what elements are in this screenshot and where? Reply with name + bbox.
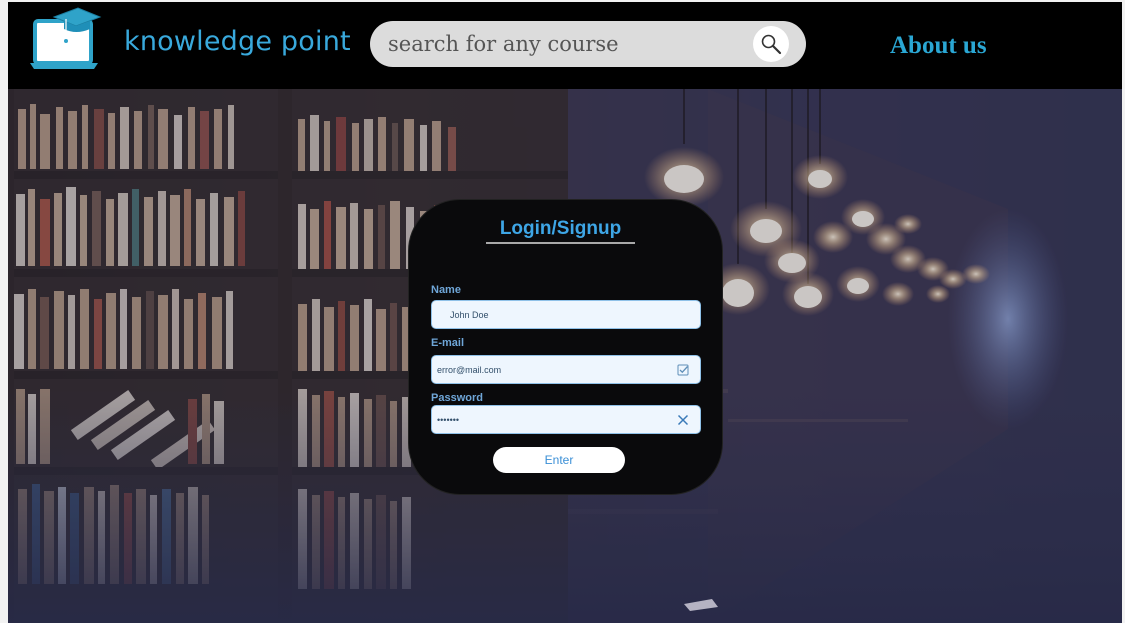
email-label: E-mail — [431, 337, 465, 349]
search-bar — [370, 21, 806, 67]
page-frame: knowledge point About us — [8, 2, 1122, 623]
laptop-graduation-cap-icon[interactable] — [28, 5, 102, 71]
magnifier-icon — [761, 34, 782, 55]
close-icon[interactable] — [676, 413, 690, 427]
enter-button[interactable]: Enter — [493, 447, 625, 473]
password-label: Password — [431, 392, 483, 404]
name-field[interactable] — [450, 307, 680, 323]
name-field-box — [431, 300, 701, 329]
brand-name[interactable]: knowledge point — [124, 26, 351, 57]
name-label: Name — [431, 284, 461, 296]
checkbox-icon[interactable] — [676, 363, 690, 377]
search-button[interactable] — [753, 26, 789, 62]
header-bar: knowledge point About us — [8, 2, 1122, 89]
search-input[interactable] — [388, 29, 748, 59]
email-field[interactable] — [437, 362, 667, 378]
password-field[interactable] — [437, 412, 667, 428]
login-card: Login/Signup Name E-mail Password Enter — [408, 199, 723, 495]
login-title: Login/Signup — [486, 218, 635, 244]
email-field-box — [431, 355, 701, 384]
about-us-link[interactable]: About us — [890, 32, 987, 60]
password-field-box — [431, 405, 701, 434]
